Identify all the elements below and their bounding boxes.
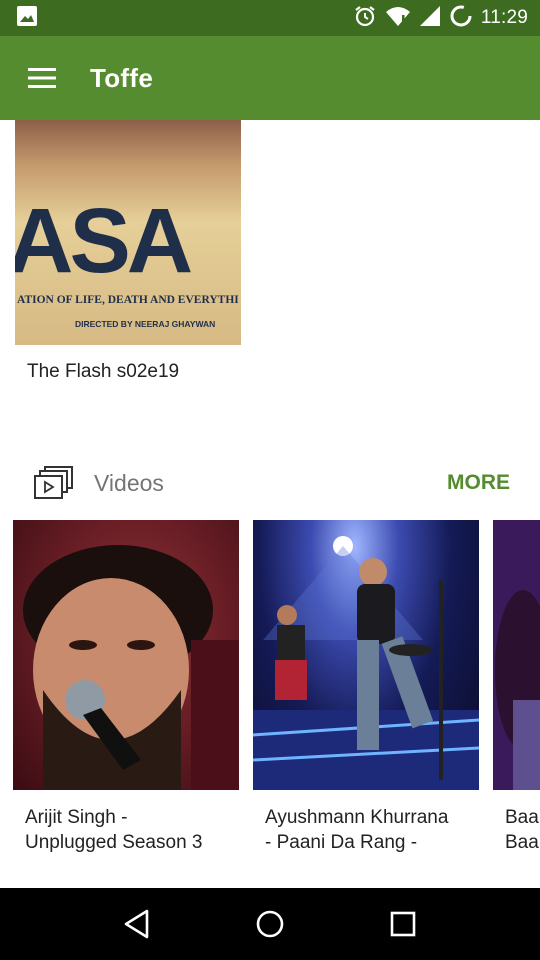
navigation-bar	[0, 888, 540, 960]
battery-icon	[449, 4, 473, 33]
poster-tagline: ATION OF LIFE, DEATH AND EVERYTHI	[17, 294, 239, 306]
video-carousel[interactable]: Arijit Singh - Unplugged Season 3 Ayushm…	[0, 520, 540, 880]
recents-icon	[391, 911, 416, 937]
video-title[interactable]: Arijit Singh - Unplugged Season 3	[13, 805, 239, 855]
image-icon	[16, 5, 38, 32]
home-button[interactable]	[240, 894, 300, 954]
hamburger-menu-icon	[28, 68, 56, 88]
signal-icon	[419, 5, 441, 32]
back-button[interactable]	[107, 894, 167, 954]
main-content[interactable]: ASA ATION OF LIFE, DEATH AND EVERYTHI DI…	[0, 120, 540, 888]
video-title[interactable]: Baa Baa	[493, 805, 540, 855]
recents-button[interactable]	[373, 894, 433, 954]
menu-button[interactable]	[0, 36, 84, 120]
video-thumbnail[interactable]	[493, 520, 540, 790]
app-title: Toffe	[90, 62, 154, 93]
wifi-icon	[385, 5, 411, 32]
video-card[interactable]: Ayushmann Khurrana - Paani Da Rang -	[253, 520, 479, 855]
video-library-icon	[34, 466, 73, 499]
featured-poster[interactable]: ASA ATION OF LIFE, DEATH AND EVERYTHI DI…	[15, 120, 241, 345]
video-card[interactable]: Baa Baa	[493, 520, 540, 855]
featured-card[interactable]: ASA ATION OF LIFE, DEATH AND EVERYTHI DI…	[15, 120, 241, 383]
home-icon	[256, 910, 284, 938]
back-icon	[124, 909, 148, 939]
status-bar: 11:29	[0, 0, 540, 36]
poster-credit: DIRECTED BY NEERAJ GHAYWAN	[75, 319, 215, 329]
video-title[interactable]: Ayushmann Khurrana - Paani Da Rang -	[253, 805, 479, 855]
videos-section-header: Videos MORE	[0, 460, 540, 506]
featured-caption[interactable]: The Flash s02e19	[27, 361, 241, 383]
more-button[interactable]: MORE	[447, 471, 510, 495]
alarm-icon	[353, 4, 377, 33]
video-thumbnail[interactable]	[253, 520, 479, 790]
status-time: 11:29	[480, 7, 528, 28]
videos-section-title: Videos	[94, 469, 164, 496]
video-thumbnail[interactable]	[13, 520, 239, 790]
app-bar: Toffe	[0, 36, 540, 120]
video-card[interactable]: Arijit Singh - Unplugged Season 3	[13, 520, 239, 855]
poster-art: ASA ATION OF LIFE, DEATH AND EVERYTHI DI…	[15, 120, 241, 345]
poster-big-text: ASA	[15, 190, 192, 292]
